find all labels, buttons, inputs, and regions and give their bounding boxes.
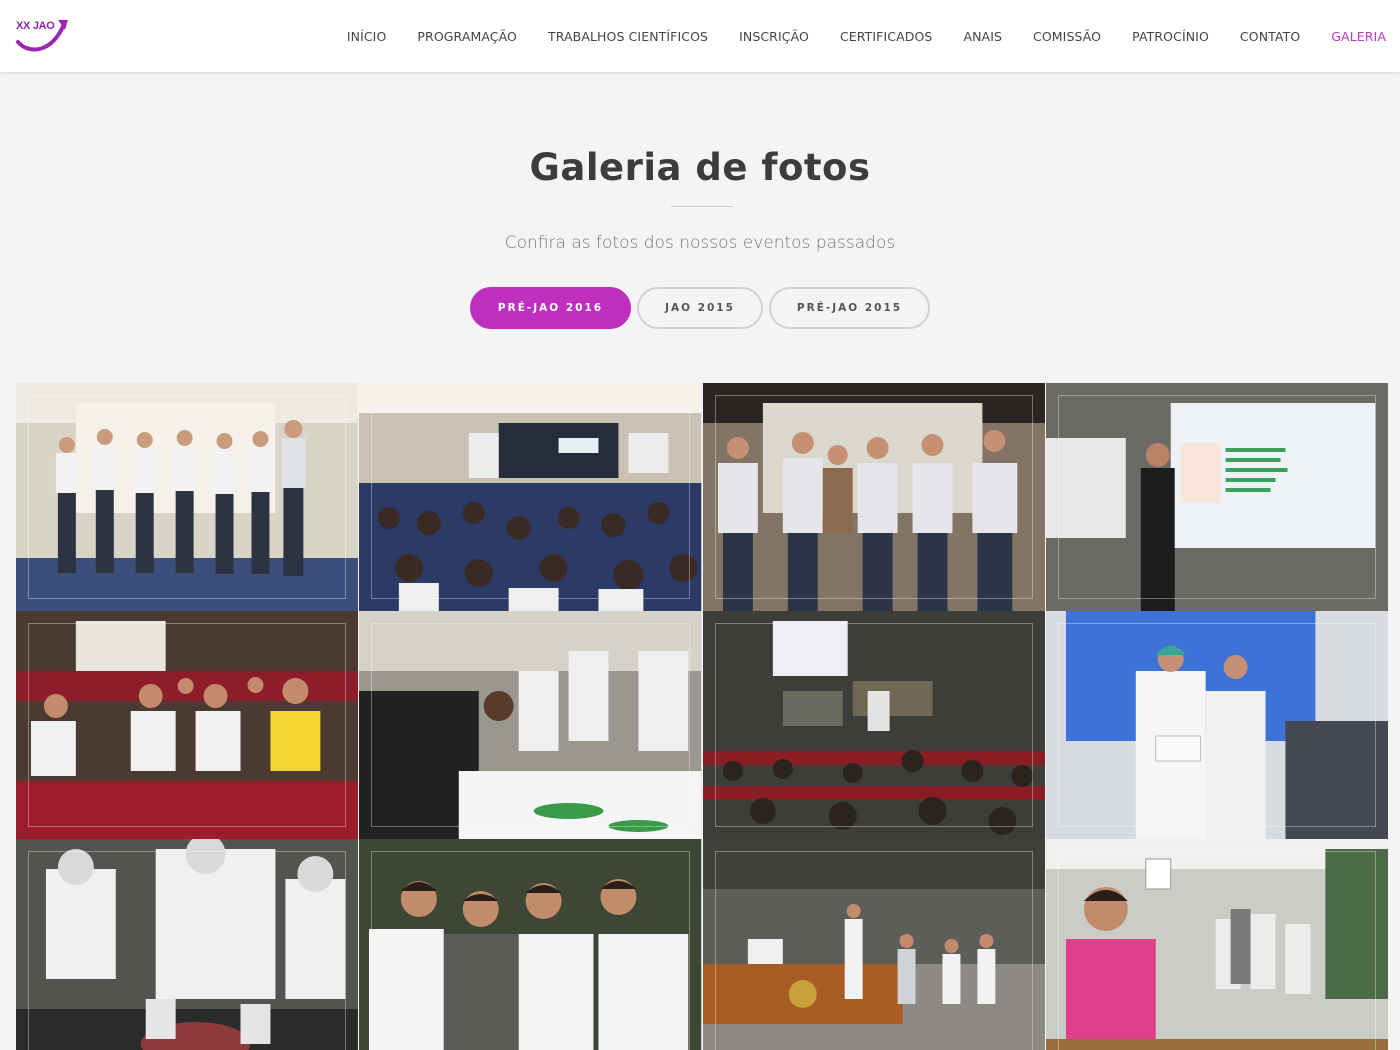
nav-item-patrocinio[interactable]: PATROCÍNIO [1132,29,1209,44]
nav-item-inicio[interactable]: INÍCIO [347,29,387,44]
gallery-photo[interactable] [702,611,1046,839]
logo-text: XX JAO [16,20,55,32]
top-navbar: XX JAO INÍCIO PROGRAMAÇÃO TRABALHOS CIEN… [0,0,1400,72]
nav-item-inscricao[interactable]: INSCRIÇÃO [739,29,809,44]
gallery-photo[interactable] [16,383,360,611]
auditorium-photo-image [359,383,702,611]
gallery-photo[interactable] [1045,839,1389,1050]
gallery-photo[interactable] [702,383,1046,611]
gallery-photo[interactable] [359,839,703,1050]
site-logo[interactable]: XX JAO [14,14,70,54]
gallery-photo[interactable] [702,839,1046,1050]
filter-jao-2015-button[interactable]: JAO 2015 [637,287,763,329]
nav-item-certificados[interactable]: CERTIFICADOS [840,29,932,44]
gallery-photo[interactable] [16,611,360,839]
gallery-photo[interactable] [16,839,360,1050]
page-title: Galeria de fotos [529,146,871,189]
gallery-photo[interactable] [359,611,703,839]
corridor-photo-image [1045,839,1388,1050]
nav-item-anais[interactable]: ANAIS [963,29,1002,44]
photo-gallery [16,383,1389,1050]
audience-photo-image [16,611,359,839]
certificate-photo-image [1045,611,1388,839]
nav-item-programacao[interactable]: PROGRAMAÇÃO [417,29,517,44]
lab-photo-image [16,839,359,1050]
nav-item-galeria[interactable]: GALERIA [1331,29,1386,44]
nav-item-trabalhos-cientificos[interactable]: TRABALHOS CIENTÍFICOS [548,29,708,44]
speaker-photo-image [1045,383,1388,611]
filter-pre-jao-2015-button[interactable]: PRÉ-JAO 2015 [768,287,931,329]
stage-photo-image [702,839,1045,1050]
auditorium-photo-image [702,611,1045,839]
registration-photo-image [359,611,702,839]
group-photo-image [359,839,702,1050]
main-nav: INÍCIO PROGRAMAÇÃO TRABALHOS CIENTÍFICOS… [316,0,1386,72]
nav-item-contato[interactable]: CONTATO [1240,29,1300,44]
gallery-photo[interactable] [359,383,703,611]
gallery-filters: PRÉ-JAO 2016 JAO 2015 PRÉ-JAO 2015 [0,287,1400,329]
gallery-photo[interactable] [1045,383,1389,611]
gallery-photo[interactable] [1045,611,1389,839]
title-divider [671,206,733,207]
group-photo-image [16,383,359,611]
group-photo-image [702,383,1045,611]
filter-pre-jao-2016-button[interactable]: PRÉ-JAO 2016 [469,287,632,329]
nav-item-comissao[interactable]: COMISSÃO [1033,29,1101,44]
page-subtitle: Confira as fotos dos nossos eventos pass… [504,233,896,253]
